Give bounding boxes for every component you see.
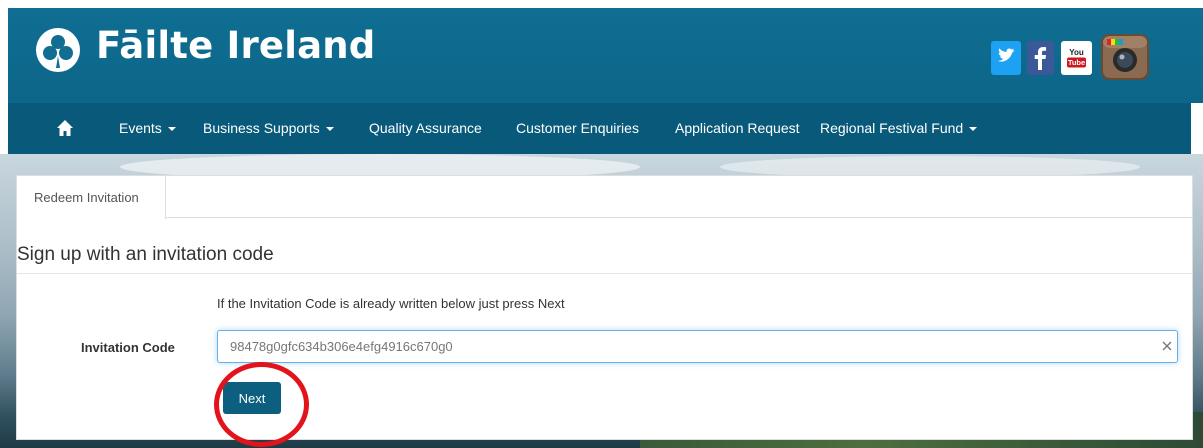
- shamrock-logo-icon: [36, 28, 80, 72]
- redeem-invitation-panel: Redeem Invitation Sign up with an invita…: [16, 175, 1193, 447]
- nav-item-label: Regional Festival Fund: [820, 120, 964, 136]
- brand-name[interactable]: Fāilte Ireland: [96, 24, 376, 67]
- nav-item-regional-festival-fund[interactable]: Regional Festival Fund: [820, 120, 978, 136]
- caret-down-icon: [969, 127, 978, 131]
- caret-down-icon: [325, 127, 334, 131]
- youtube-you-text: You: [1069, 48, 1084, 57]
- nav-item-events[interactable]: Events: [119, 120, 176, 136]
- main-nav: Events Business Supports Quality Assuran…: [8, 103, 1191, 154]
- site-header: Fāilte Ireland You Tube: [8, 8, 1203, 103]
- nav-item-label: Customer Enquiries: [516, 120, 639, 136]
- tab-bar: Redeem Invitation: [17, 176, 1192, 219]
- invitation-code-label: Invitation Code: [81, 340, 175, 355]
- section-title: Sign up with an invitation code: [17, 244, 274, 265]
- nav-item-label: Application Request: [675, 120, 800, 136]
- tab-redeem-invitation[interactable]: Redeem Invitation: [17, 176, 166, 219]
- nav-item-label: Business Supports: [203, 120, 320, 136]
- nav-item-quality-assurance[interactable]: Quality Assurance: [369, 120, 482, 136]
- nav-item-label: Events: [119, 120, 162, 136]
- twitter-icon[interactable]: [991, 41, 1021, 75]
- clear-icon[interactable]: [1160, 339, 1174, 353]
- caret-down-icon: [167, 127, 176, 131]
- invitation-code-input[interactable]: [217, 330, 1178, 363]
- facebook-icon[interactable]: [1027, 41, 1054, 75]
- nav-item-customer-enquiries[interactable]: Customer Enquiries: [516, 120, 639, 136]
- nav-item-application-request[interactable]: Application Request: [675, 120, 800, 136]
- home-icon[interactable]: [56, 119, 74, 137]
- youtube-tube-text: Tube: [1068, 58, 1085, 67]
- divider: [17, 273, 1192, 274]
- next-button[interactable]: Next: [223, 382, 281, 414]
- page-frame: Fāilte Ireland You Tube Events Business …: [0, 0, 1203, 448]
- instagram-icon[interactable]: [1101, 34, 1149, 80]
- help-text: If the Invitation Code is already writte…: [217, 296, 565, 311]
- youtube-icon[interactable]: You Tube: [1061, 41, 1092, 75]
- nav-item-business-supports[interactable]: Business Supports: [203, 120, 334, 136]
- nav-item-label: Quality Assurance: [369, 120, 482, 136]
